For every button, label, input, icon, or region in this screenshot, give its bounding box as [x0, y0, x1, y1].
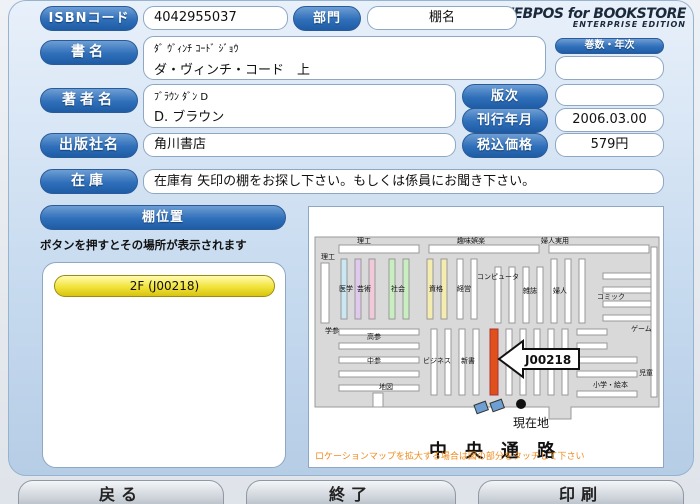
map-area-label: コンピュータ	[477, 272, 519, 281]
map-area-label: 芸術	[357, 284, 371, 293]
author-label: 著者名	[40, 88, 138, 113]
map-area-label: 児童	[639, 368, 653, 377]
pubdate-field[interactable]: 2006.03.00	[555, 108, 664, 132]
highlighted-shelf	[489, 328, 499, 396]
current-location-dot	[516, 399, 526, 409]
shelf-block	[522, 266, 530, 324]
author-text: D. ブラウン	[154, 110, 225, 125]
location-map[interactable]: 理工 趣味娯楽 婦人実用 理工 医学 芸術 社会 資格 経営 コンピュータ 雑誌…	[308, 206, 664, 468]
shelf-block	[578, 258, 586, 324]
shelf-block	[338, 342, 420, 350]
shelf-block	[602, 314, 654, 322]
publisher-label: 出版社名	[40, 133, 138, 158]
map-area-label: ゲーム	[631, 324, 652, 333]
shelf-block	[320, 262, 330, 324]
exit-button[interactable]: 終了	[246, 480, 456, 504]
price-label: 税込価格	[462, 133, 548, 158]
shelf-label: 棚位置	[40, 205, 286, 230]
current-location-label: 現在地	[513, 416, 549, 430]
stock-message: 在庫有 矢印の棚をお探し下さい。もしくは係員にお聞き下さい。	[143, 169, 664, 194]
publisher-field[interactable]: 角川書店	[143, 133, 456, 157]
store-floor-map[interactable]: 理工 趣味娯楽 婦人実用 理工 医学 芸術 社会 資格 経営 コンピュータ 雑誌…	[309, 207, 665, 469]
price-field[interactable]: 579円	[555, 133, 664, 157]
shelf-block	[428, 244, 540, 254]
map-area-label: 婦人実用	[541, 236, 569, 245]
shelf-block	[576, 356, 638, 364]
shelf-block	[470, 258, 478, 320]
isbn-label: ISBNコード	[40, 6, 138, 31]
map-area-label: 雑誌	[523, 286, 537, 295]
map-area-label: 医学	[339, 284, 353, 293]
edition-label: 版次	[462, 84, 548, 109]
map-area-label: コミック	[597, 293, 625, 301]
map-area-label: 社会	[391, 284, 405, 293]
map-area-label: 理工	[321, 253, 335, 261]
title-text: ダ・ヴィンチ・コード 上	[154, 63, 311, 78]
isbn-field[interactable]: 4042955037	[143, 6, 288, 30]
shelf-block	[576, 328, 608, 336]
map-area-label: 小学・絵本	[593, 380, 628, 389]
map-area-label: 経営	[457, 284, 471, 293]
edition-field[interactable]	[555, 84, 664, 106]
shelf-block	[548, 244, 650, 254]
title-label: 書名	[40, 40, 138, 65]
stock-label: 在庫	[40, 169, 138, 194]
volume-field[interactable]	[555, 56, 664, 80]
map-area-label: 中参	[367, 356, 381, 365]
map-area-label: 理工	[357, 237, 371, 245]
map-area-label: 新書	[461, 356, 475, 365]
map-area-label: 資格	[429, 284, 443, 293]
shelf-block	[372, 392, 384, 408]
shelf-block	[338, 244, 420, 254]
volume-label: 巻数・年次	[555, 38, 664, 54]
map-area-label: 高参	[367, 332, 381, 341]
shelf-block	[338, 370, 420, 378]
shelf-block	[576, 370, 638, 378]
back-button[interactable]: 戻る	[18, 480, 224, 504]
map-instruction: ロケーションマップを拡大する場合は図の部分をタッチして下さい	[315, 450, 585, 462]
webpos-logo: WEBPOS for BOOKSTORE ENTERPRISE EDITION	[498, 6, 687, 29]
shelf-block	[536, 266, 544, 324]
dept-label: 部門	[293, 6, 361, 31]
pubdate-label: 刊行年月	[462, 108, 548, 133]
shelf-block	[576, 390, 638, 398]
dept-field[interactable]: 棚名	[367, 6, 517, 30]
map-area-label: ビジネス	[423, 356, 451, 365]
title-kana: ﾀﾞ ｳﾞｨﾝﾁ ｺｰﾄﾞ ｼﾞｮｳ	[154, 44, 239, 55]
shelf-block	[576, 342, 608, 350]
map-area-label: 地図	[379, 382, 393, 391]
shelf-block	[602, 300, 654, 308]
map-area-label: 趣味娯楽	[457, 236, 485, 245]
marker-label: J00218	[524, 353, 571, 367]
print-button[interactable]: 印刷	[478, 480, 684, 504]
map-area-label: 学参	[325, 326, 339, 335]
author-field[interactable]: ﾌﾞﾗｳﾝ ﾀﾞﾝ D D. ブラウン	[143, 84, 456, 128]
title-field[interactable]: ﾀﾞ ｳﾞｨﾝﾁ ｺｰﾄﾞ ｼﾞｮｳ ダ・ヴィンチ・コード 上	[143, 36, 546, 80]
map-area-label: 婦人	[553, 286, 567, 295]
shelf-location-button[interactable]: 2F (J00218)	[54, 275, 275, 297]
shelf-block	[602, 272, 654, 280]
shelf-hint: ボタンを押すとその場所が表示されます	[40, 238, 247, 252]
author-kana: ﾌﾞﾗｳﾝ ﾀﾞﾝ D	[154, 92, 209, 103]
